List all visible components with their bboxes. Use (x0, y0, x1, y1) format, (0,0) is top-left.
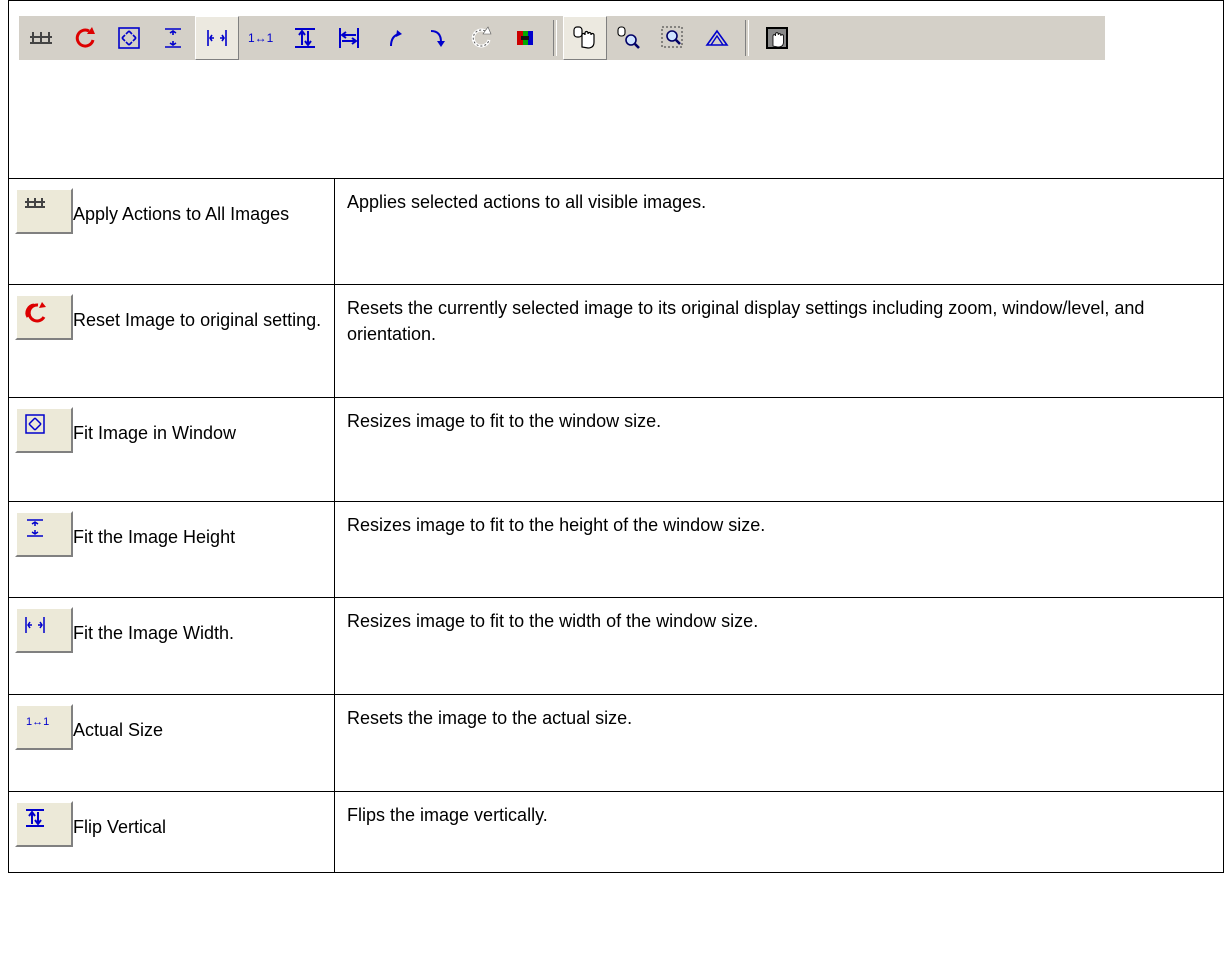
flip-horizontal-icon (337, 26, 361, 50)
rotate-button[interactable] (459, 16, 503, 60)
table-row: Fit the Image Height Resizes image to fi… (8, 501, 1224, 598)
rotate-right-icon (425, 26, 449, 50)
row-name-cell: 1↔1 Actual Size (8, 694, 335, 792)
apply-all-button[interactable] (19, 16, 63, 60)
svg-text:1↔1: 1↔1 (248, 31, 274, 45)
svg-text:1↔1: 1↔1 (26, 716, 49, 728)
reset-icon (15, 294, 73, 340)
home-button[interactable] (695, 16, 739, 60)
zoom-button[interactable] (607, 16, 651, 60)
actual-size-icon: 1↔1 (15, 704, 73, 750)
row-label: Actual Size (73, 720, 164, 740)
hand-window-button[interactable] (755, 16, 799, 60)
row-description: Flips the image vertically. (347, 805, 548, 825)
row-description-cell: Resets the image to the actual size. (334, 694, 1224, 792)
hand-window-icon (764, 25, 790, 51)
apply-all-icon (29, 28, 53, 48)
actual-size-icon: 1↔1 (247, 26, 275, 50)
table-row: 1↔1 Actual Size Resets the image to the … (8, 694, 1224, 792)
row-label: Flip Vertical (73, 817, 167, 837)
table-row: Apply Actions to All Images Applies sele… (8, 178, 1224, 285)
flip-vertical-icon (15, 801, 73, 847)
fit-height-icon (161, 26, 185, 50)
fit-window-icon (15, 407, 73, 453)
fit-height-button[interactable] (151, 16, 195, 60)
row-description: Resizes image to fit to the height of th… (347, 515, 766, 535)
row-description: Resets the image to the actual size. (347, 708, 633, 728)
rotate-right-button[interactable] (415, 16, 459, 60)
fit-window-button[interactable] (107, 16, 151, 60)
row-name-cell: Fit Image in Window (8, 397, 335, 502)
row-name-cell: Fit the Image Width. (8, 597, 335, 695)
pan-button[interactable] (563, 16, 607, 60)
row-name-cell: Apply Actions to All Images (8, 178, 335, 285)
pan-hand-icon (572, 25, 598, 51)
row-description-cell: Resizes image to fit to the height of th… (334, 501, 1224, 598)
home-icon (704, 25, 730, 51)
row-description-cell: Resizes image to fit to the width of the… (334, 597, 1224, 695)
rotate-icon (469, 26, 493, 50)
toolbar-separator (553, 20, 557, 56)
row-label: Fit the Image Width. (73, 623, 235, 643)
row-description-cell: Resizes image to fit to the window size. (334, 397, 1224, 502)
row-description: Applies selected actions to all visible … (347, 192, 707, 212)
row-description-cell: Resets the currently selected image to i… (334, 284, 1224, 398)
fit-height-icon (15, 511, 73, 557)
fit-width-button[interactable] (195, 16, 239, 60)
reference-table: Apply Actions to All Images Applies sele… (8, 0, 1224, 873)
row-label: Reset Image to original setting. (73, 310, 322, 330)
color-icon (515, 28, 535, 48)
row-description-cell: Flips the image vertically. (334, 791, 1224, 873)
flip-vertical-button[interactable] (283, 16, 327, 60)
table-row: Flip Vertical Flips the image vertically… (8, 791, 1224, 873)
toolbar-separator (745, 20, 749, 56)
zoom-region-button[interactable] (651, 16, 695, 60)
fit-width-icon (15, 607, 73, 653)
row-name-cell: Fit the Image Height (8, 501, 335, 598)
table-row: Fit the Image Width. Resizes image to fi… (8, 597, 1224, 695)
zoom-icon (616, 25, 642, 51)
row-description: Resets the currently selected image to i… (347, 298, 1145, 344)
reset-button[interactable] (63, 16, 107, 60)
zoom-region-icon (660, 25, 686, 51)
toolbar: 1↔1 (19, 16, 1105, 60)
color-button[interactable] (503, 16, 547, 60)
rotate-left-icon (381, 26, 405, 50)
row-label: Apply Actions to All Images (73, 204, 290, 224)
fit-window-icon (117, 26, 141, 50)
row-name-cell: Flip Vertical (8, 791, 335, 873)
flip-vertical-icon (293, 26, 317, 50)
table-row: Fit Image in Window Resizes image to fit… (8, 397, 1224, 502)
flip-horizontal-button[interactable] (327, 16, 371, 60)
row-name-cell: Reset Image to original setting. (8, 284, 335, 398)
row-label: Fit Image in Window (73, 423, 237, 443)
row-label: Fit the Image Height (73, 527, 236, 547)
row-description-cell: Applies selected actions to all visible … (334, 178, 1224, 285)
row-description: Resizes image to fit to the window size. (347, 411, 662, 431)
reset-icon (73, 26, 97, 50)
table-row: Reset Image to original setting. Resets … (8, 284, 1224, 398)
row-description: Resizes image to fit to the width of the… (347, 611, 759, 631)
actual-size-button[interactable]: 1↔1 (239, 16, 283, 60)
apply-all-icon (15, 188, 73, 234)
fit-width-icon (205, 26, 229, 50)
rotate-left-button[interactable] (371, 16, 415, 60)
